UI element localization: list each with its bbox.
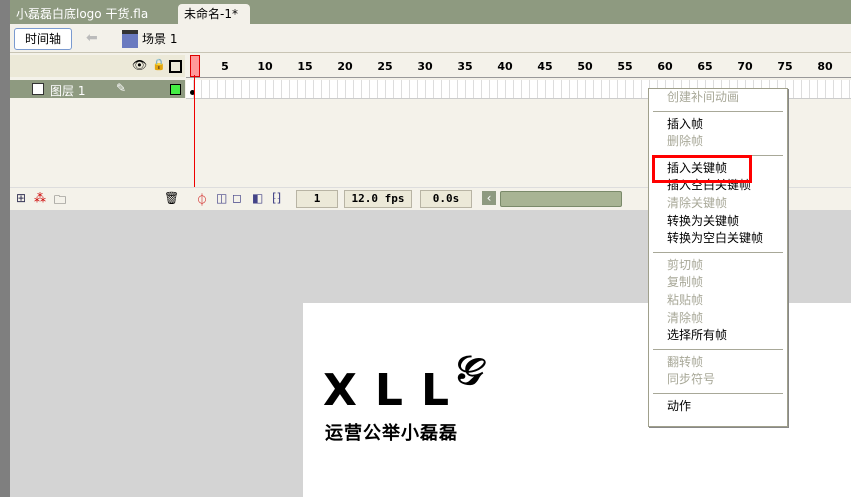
menu-item: 清除帧 [667, 310, 704, 325]
menu-item: 复制帧 [667, 275, 704, 290]
menu-item[interactable]: 转换为关键帧 [649, 213, 787, 231]
ruler-tick-label: 45 [537, 60, 553, 73]
layer-color-swatch[interactable] [170, 84, 181, 95]
tab-document-1[interactable]: 小磊磊白底logo 干货.fla [10, 4, 154, 24]
outline-icon[interactable] [169, 60, 182, 73]
layer-name: 图层 1 [50, 84, 86, 98]
elapsed-time: 0.0s [420, 190, 472, 208]
trash-icon[interactable]: 🗑 [164, 191, 179, 205]
current-frame: 1 [296, 190, 338, 208]
ruler-tick-label: 30 [417, 60, 433, 73]
document-tab-bar: 小磊磊白底logo 干货.fla 未命名-1* [10, 0, 851, 24]
frame-ruler[interactable]: 15101520253035404550556065707580 [186, 55, 851, 78]
ruler-tick-label: 75 [777, 60, 793, 73]
ruler-tick-label: 50 [577, 60, 593, 73]
menu-item[interactable]: 动作 [649, 398, 787, 416]
layer-icon [32, 83, 44, 95]
scene-clapper-icon [122, 30, 138, 48]
menu-separator [653, 251, 783, 253]
menu-item[interactable]: 插入帧 [649, 116, 787, 134]
logo-subtitle: 运营公举小磊磊 [325, 423, 458, 444]
menu-item: 剪切帧 [667, 257, 704, 272]
frame-rate[interactable]: 12.0 fps [344, 190, 412, 208]
ruler-tick-label: 70 [737, 60, 753, 73]
pen-g-icon: 𝒢 [449, 344, 490, 397]
eye-icon[interactable]: 👁 [132, 58, 147, 72]
menu-item: 删除帧 [667, 134, 704, 149]
menu-separator [653, 110, 783, 112]
ruler-tick-label: 60 [657, 60, 673, 73]
menu-item: 同步符号 [667, 372, 716, 387]
center-frame-icon[interactable]: ⏀ [196, 191, 208, 208]
layer-header: 👁 🔒 [10, 55, 185, 77]
menu-item: 清除关键帧 [667, 195, 728, 210]
left-panel-edge [0, 0, 10, 497]
edit-bar: 时间轴 ⬅ 场景 1 [10, 24, 851, 53]
ruler-tick-label: 40 [497, 60, 513, 73]
menu-item[interactable]: 选择所有帧 [649, 327, 787, 345]
onion-markers-icon[interactable]: ⁅⁆ [272, 191, 281, 205]
menu-separator [653, 348, 783, 350]
edit-multiple-frames-icon[interactable]: ◧ [252, 191, 263, 205]
ruler-tick-label: 15 [297, 60, 313, 73]
pencil-icon: ✎ [116, 81, 127, 95]
timeline-toggle-button[interactable]: 时间轴 [14, 28, 72, 50]
add-layer-icon[interactable]: ⊞ [16, 191, 26, 205]
highlight-box [652, 155, 752, 183]
menu-item: 创建补间动画 [667, 90, 740, 104]
ruler-tick-label: 25 [377, 60, 393, 73]
onion-skin-icon[interactable]: ◫ [216, 191, 227, 205]
scroll-left-button[interactable]: ‹ [482, 191, 496, 205]
ruler-tick-label: 5 [221, 60, 229, 73]
ruler-tick-label: 80 [817, 60, 833, 73]
ruler-tick-label: 10 [257, 60, 273, 73]
playhead[interactable] [190, 55, 200, 77]
menu-item: 粘贴帧 [667, 292, 704, 307]
ruler-tick-label: 55 [617, 60, 633, 73]
tab-document-2[interactable]: 未命名-1* [178, 4, 250, 24]
add-folder-icon[interactable]: 🗀 [54, 191, 66, 212]
menu-item[interactable]: 转换为空白关键帧 [649, 230, 787, 248]
logo-text: XLL [323, 365, 467, 416]
menu-separator [653, 392, 783, 394]
scene-label: 场景 1 [142, 32, 178, 46]
onion-outline-icon[interactable]: ◻ [232, 191, 242, 205]
frame-context-menu: 创建补间动画 插入帧 删除帧 插入关键帧 插入空白关键帧 清除关键帧 转换为关键帧 转换为空白… [648, 88, 788, 427]
ruler-tick-label: 65 [697, 60, 713, 73]
add-guide-layer-icon[interactable]: ⁂ [34, 191, 46, 205]
playhead-line [194, 75, 195, 187]
horizontal-scrollbar-thumb[interactable] [500, 191, 622, 207]
layer-row[interactable]: 图层 1 ✎ [10, 80, 185, 98]
ruler-tick-label: 20 [337, 60, 353, 73]
ruler-tick-label: 35 [457, 60, 473, 73]
back-arrow-icon[interactable]: ⬅ [86, 30, 98, 46]
menu-item: 翻转帧 [667, 354, 704, 369]
lock-icon[interactable]: 🔒 [152, 58, 166, 71]
